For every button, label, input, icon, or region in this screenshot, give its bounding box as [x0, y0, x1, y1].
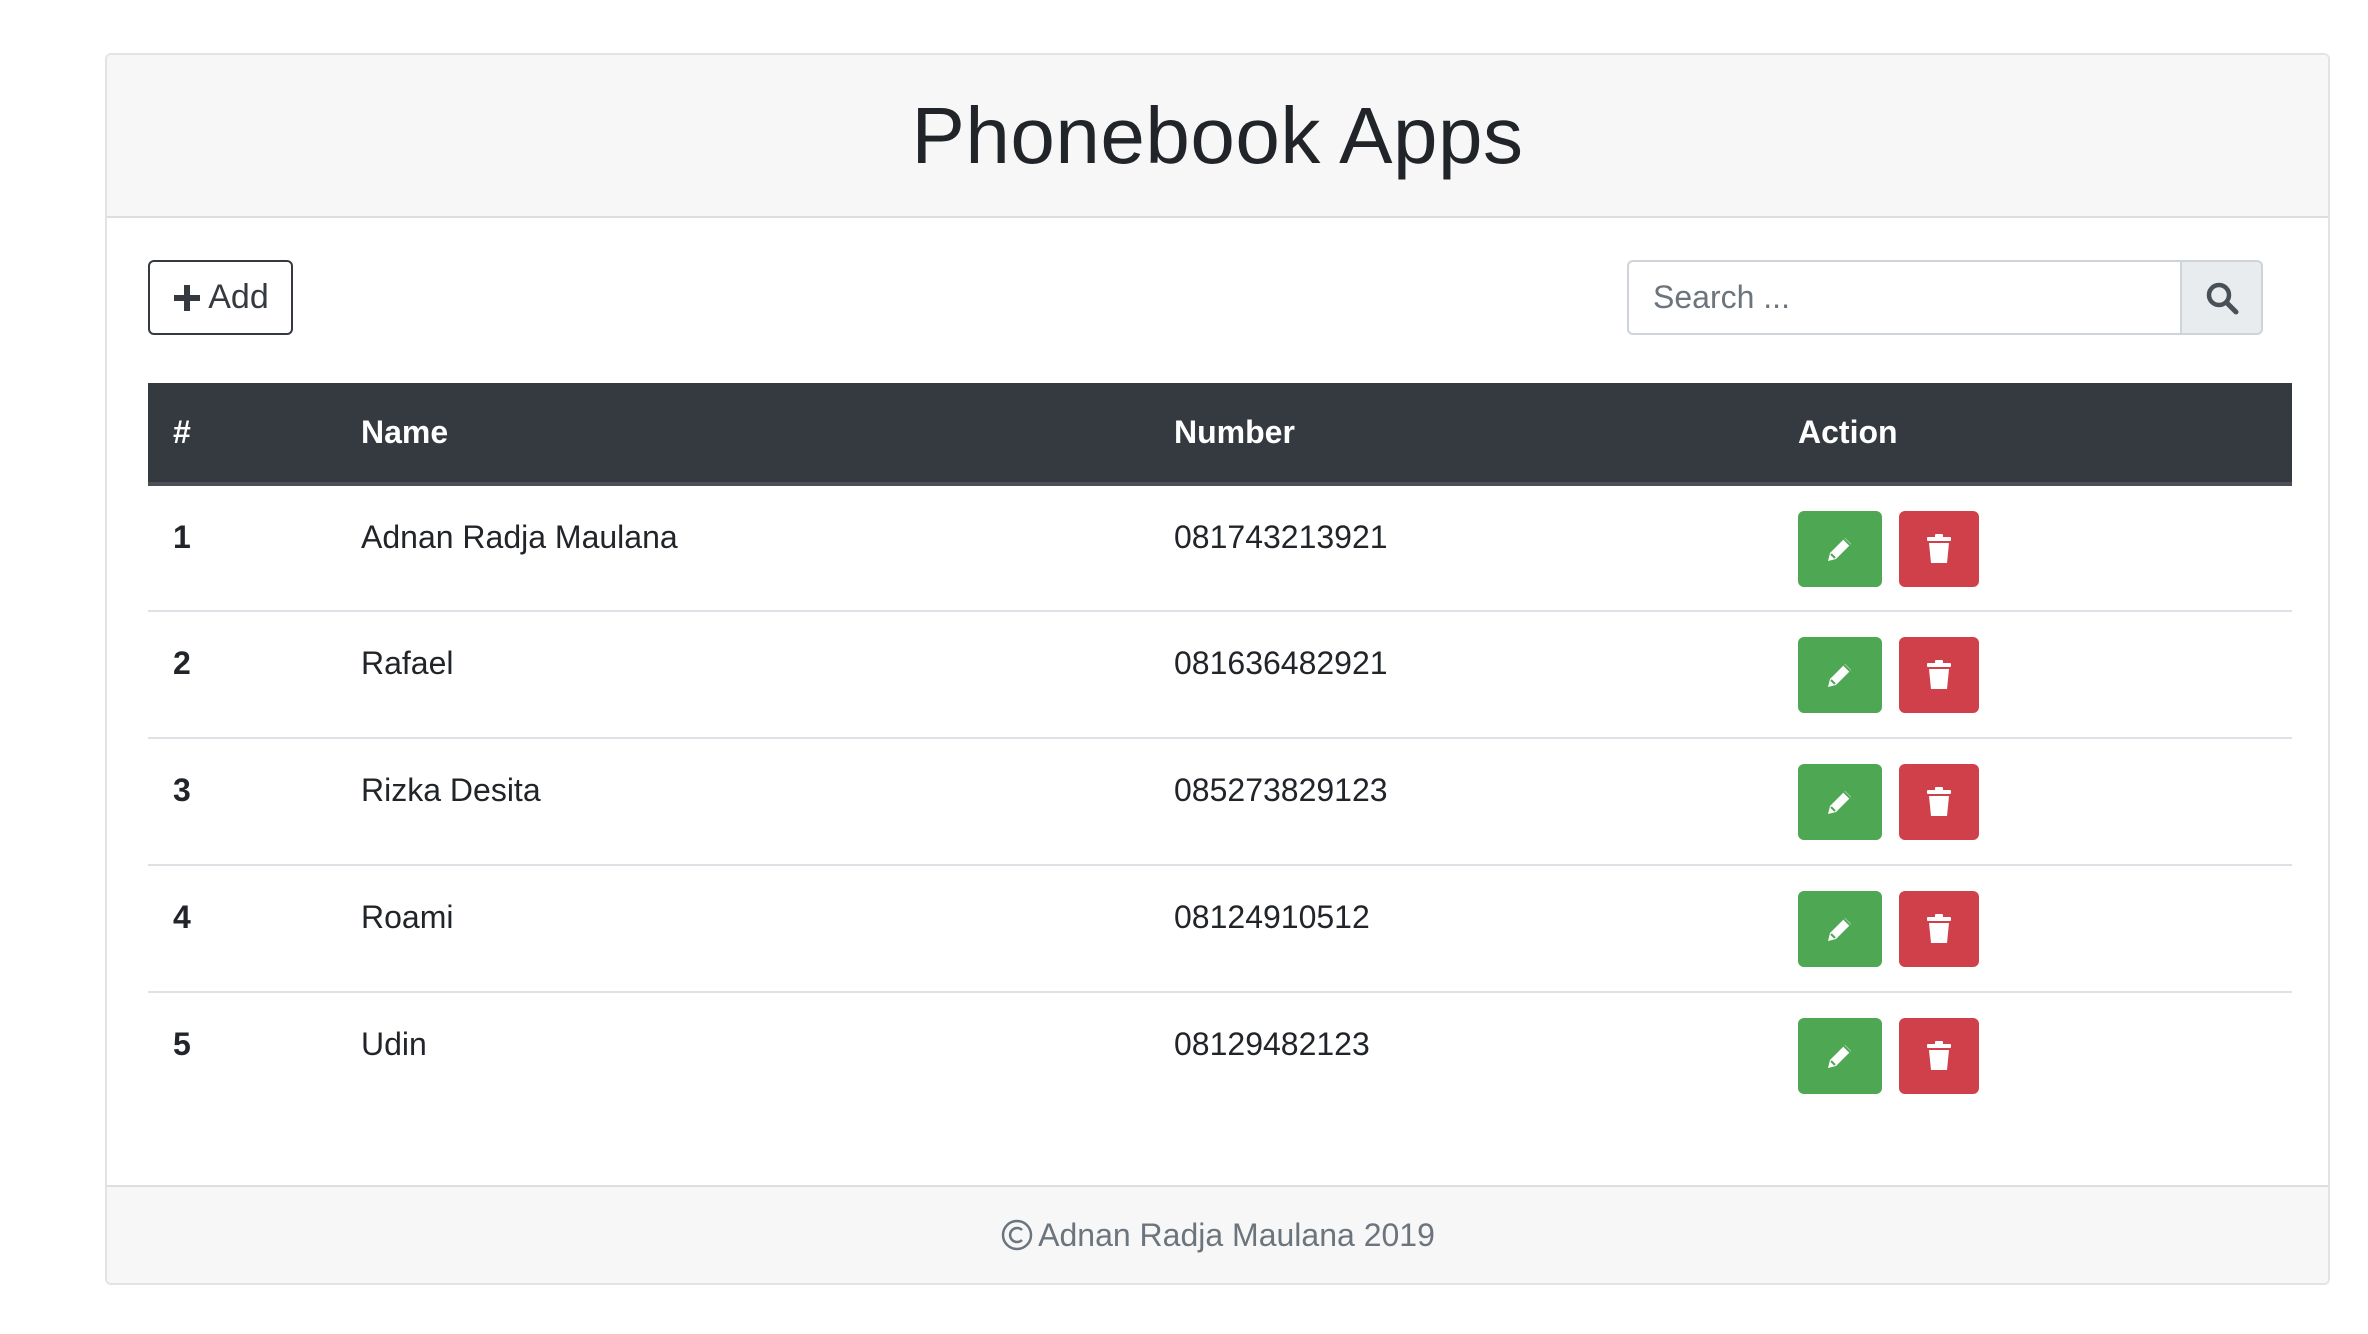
table-row: 1 Adnan Radja Maulana 081743213921	[148, 484, 2292, 611]
row-number: 081743213921	[1174, 519, 1388, 555]
trash-icon	[1927, 1041, 1951, 1070]
copyright-icon	[1001, 1219, 1033, 1251]
row-name: Adnan Radja Maulana	[361, 519, 678, 555]
row-actions	[1773, 611, 2292, 738]
row-index: 2	[173, 645, 191, 681]
row-index: 1	[173, 519, 191, 555]
table-body: 1 Adnan Radja Maulana 081743213921 2 Raf…	[148, 484, 2292, 1119]
pencil-icon	[1828, 664, 1851, 687]
row-actions	[1773, 738, 2292, 865]
row-number: 08129482123	[1174, 1026, 1370, 1062]
delete-button[interactable]	[1899, 891, 1979, 967]
edit-button[interactable]	[1798, 511, 1882, 587]
search-input[interactable]	[1627, 260, 2180, 335]
trash-icon	[1927, 660, 1951, 689]
card-footer: Adnan Radja Maulana 2019	[107, 1185, 2328, 1283]
edit-button[interactable]	[1798, 891, 1882, 967]
row-actions	[1773, 992, 2292, 1119]
add-button-label: Add	[208, 278, 269, 316]
pencil-icon	[1828, 538, 1851, 561]
column-number-header: Number	[1149, 383, 1773, 486]
row-name: Rizka Desita	[361, 772, 541, 808]
plus-icon	[174, 284, 201, 311]
column-index-header: #	[148, 383, 336, 486]
delete-button[interactable]	[1899, 637, 1979, 713]
page-title: Phonebook Apps	[911, 90, 1524, 180]
trash-icon	[1927, 534, 1951, 563]
row-number: 08124910512	[1174, 899, 1370, 935]
search-group	[1627, 260, 2263, 335]
add-button[interactable]: Add	[148, 260, 293, 335]
table-row: 2 Rafael 081636482921	[148, 611, 2292, 738]
row-name: Rafael	[361, 645, 454, 681]
edit-button[interactable]	[1798, 764, 1882, 840]
delete-button[interactable]	[1899, 1018, 1979, 1094]
table-header: # Name Number Action	[148, 383, 2292, 486]
delete-button[interactable]	[1899, 764, 1979, 840]
search-icon	[2206, 282, 2238, 314]
column-name-header: Name	[336, 383, 1149, 486]
table-row: 4 Roami 08124910512	[148, 865, 2292, 992]
delete-button[interactable]	[1899, 511, 1979, 587]
column-action-header: Action	[1773, 383, 2292, 486]
table-header-row: # Name Number Action	[148, 383, 2292, 486]
phonebook-card: Phonebook Apps Add # Name	[105, 53, 2330, 1285]
row-actions	[1773, 865, 2292, 992]
row-number: 081636482921	[1174, 645, 1388, 681]
card-body: Add # Name Number Action	[107, 218, 2328, 1187]
table-row: 5 Udin 08129482123	[148, 992, 2292, 1119]
trash-icon	[1927, 914, 1951, 943]
trash-icon	[1927, 787, 1951, 816]
search-button[interactable]	[2180, 260, 2263, 335]
contacts-table: # Name Number Action 1 Adnan Radja Maula…	[148, 383, 2292, 1119]
row-name: Udin	[361, 1026, 427, 1062]
row-index: 5	[173, 1026, 191, 1062]
pencil-icon	[1828, 1045, 1851, 1068]
card-header: Phonebook Apps	[107, 55, 2328, 218]
row-number: 085273829123	[1174, 772, 1388, 808]
pencil-icon	[1828, 791, 1851, 814]
row-name: Roami	[361, 899, 454, 935]
footer-text: Adnan Radja Maulana 2019	[1038, 1216, 1435, 1253]
edit-button[interactable]	[1798, 637, 1882, 713]
edit-button[interactable]	[1798, 1018, 1882, 1094]
row-index: 4	[173, 899, 191, 935]
pencil-icon	[1828, 918, 1851, 941]
row-index: 3	[173, 772, 191, 808]
table-row: 3 Rizka Desita 085273829123	[148, 738, 2292, 865]
row-actions	[1773, 484, 2292, 611]
